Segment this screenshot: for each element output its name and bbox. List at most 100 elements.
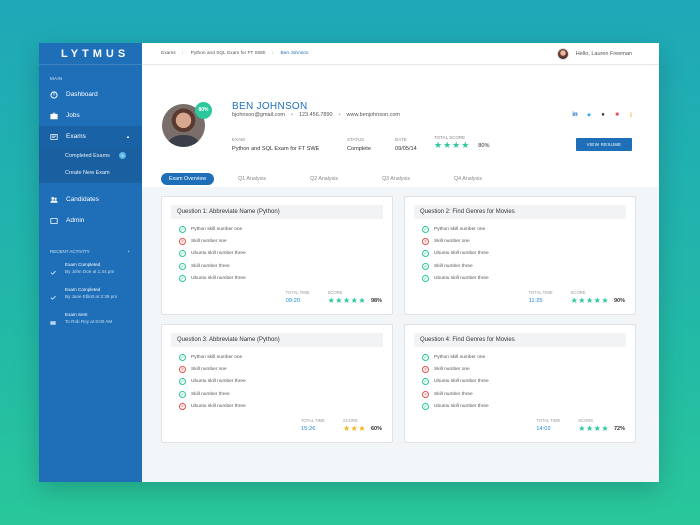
check-icon: ✓ xyxy=(179,353,186,361)
check-icon xyxy=(50,286,57,311)
mail-icon xyxy=(50,311,57,336)
sidebar-item-label: Admin xyxy=(66,217,85,224)
skill-label: Skill number one xyxy=(434,367,470,373)
linkedin-icon[interactable]: in xyxy=(570,111,580,119)
app-logo[interactable]: LYTMUS xyxy=(39,43,142,65)
social-links: in ✦ ● ■ ⅰ xyxy=(570,111,640,119)
candidate-profile: 80% BEN JOHNSON bjohnson@gmail.com • 123.… xyxy=(142,65,659,187)
skill-item: ✓ Skill number three xyxy=(179,260,392,272)
admin-icon xyxy=(49,216,58,225)
skill-item: ✓ Ubuntu skill number three xyxy=(179,248,392,260)
caret-up-icon: ▲ xyxy=(126,134,130,139)
skill-item: × Skill number one xyxy=(422,235,635,247)
total-score-value: 80% xyxy=(478,142,490,149)
user-avatar xyxy=(556,47,569,60)
sidebar-item-label: Candidates xyxy=(66,196,99,203)
total-time-value: 15:26 xyxy=(300,426,316,432)
activity-title: Exam Sent xyxy=(65,312,88,317)
skill-item: × Skill number one xyxy=(179,235,392,247)
sidebar-subitem-completed-exams[interactable]: Completed Exams 5 xyxy=(39,147,142,164)
activity-item[interactable]: Exam Completed By Jane Elliott at 2:39 pm xyxy=(39,286,142,311)
star-rating: ★★★★★ xyxy=(570,296,609,305)
sidebar-item-admin[interactable]: Admin xyxy=(39,210,142,231)
skill-label: Ubuntu skill number three xyxy=(191,276,246,282)
skill-item: × Skill number one xyxy=(179,363,392,375)
view-resume-button[interactable]: VIEW RESUME xyxy=(576,138,632,151)
star-rating: ★★★ xyxy=(342,424,366,433)
stackoverflow-icon[interactable]: ■ xyxy=(612,111,622,119)
main-content: Exams › Python and SQL Exam for FT SWE › B… xyxy=(142,43,659,482)
skill-label: Ubuntu skill number three xyxy=(434,379,489,385)
tab-exam-overview[interactable]: Exam Overview xyxy=(161,173,215,185)
skill-label: Python skill number one xyxy=(191,354,243,360)
question-title: Question 2: Find Genres for Movies xyxy=(414,205,626,219)
tab-q3-analysis[interactable]: Q3 Analysis xyxy=(374,173,418,185)
candidate-email[interactable]: bjohnson@gmail.com xyxy=(232,112,285,118)
skill-list: ✓ Python skill number one × Skill number on… xyxy=(162,219,392,285)
question-title: Question 1: Abbreviate Name (Python) xyxy=(171,205,383,219)
skill-label: Skill number three xyxy=(434,391,473,397)
skill-label: Python skill number one xyxy=(434,226,486,232)
breadcrumb-separator: › xyxy=(181,51,184,56)
activity-toggle-button[interactable]: + xyxy=(127,249,130,261)
candidate-website[interactable]: www.benjohnson.com xyxy=(347,112,401,118)
total-score-meta: TOTAL SCORE ★★★★ 80% xyxy=(434,135,489,151)
sidebar-item-exams[interactable]: Exams ▲ xyxy=(39,126,142,147)
check-icon: ✓ xyxy=(422,225,429,233)
question-stats: TOTAL TIME 15:26 SCORE ★★★ 60% xyxy=(301,418,382,433)
twitter-icon[interactable]: ✦ xyxy=(584,111,594,119)
sidebar-subitem-create-new-exam[interactable]: Create New Exam xyxy=(39,164,142,181)
skill-item: ✓ Ubuntu skill number three xyxy=(179,273,392,285)
tab-q2-analysis[interactable]: Q2 Analysis xyxy=(302,173,346,185)
skill-item: × Skill number one xyxy=(422,363,635,375)
breadcrumb-item[interactable]: Python and SQL Exam for FT SWE xyxy=(191,51,266,56)
recent-activity-header: RECENT ACTIVITY + xyxy=(39,231,142,261)
score-label: SCORE xyxy=(327,290,343,295)
skill-label: Skill number three xyxy=(434,263,473,269)
breadcrumb-item[interactable]: Exams xyxy=(161,51,176,56)
tab-q1-analysis[interactable]: Q1 Analysis xyxy=(230,173,274,185)
subitem-label: Create New Exam xyxy=(65,169,110,176)
skill-label: Skill number one xyxy=(191,239,227,245)
skill-item: ✓ Ubuntu skill number three xyxy=(422,273,635,285)
candidate-phone: 123.456.7890 xyxy=(298,112,333,118)
star-rating: ★★★★ xyxy=(434,140,471,150)
skill-item: ✓ Ubuntu skill number three xyxy=(422,401,635,413)
check-icon: ✓ xyxy=(179,262,186,270)
score-value: 72% xyxy=(613,425,625,432)
activity-sub: By John Doe at 1:44 pm xyxy=(65,269,115,274)
user-menu[interactable]: Hello, Lauren Freeman xyxy=(556,47,632,60)
x-icon: × xyxy=(179,238,186,246)
activity-sub: By Jane Elliott at 2:39 pm xyxy=(65,294,118,299)
skill-label: Ubuntu skill number three xyxy=(434,404,489,410)
activity-item[interactable]: Exam Sent To Rob Roy at 8:00 AM xyxy=(39,311,142,336)
skill-label: Ubuntu skill number three xyxy=(191,251,246,257)
status-value: Complete xyxy=(347,146,371,152)
skill-item: ✓ Python skill number one xyxy=(179,223,392,235)
score-badge: 80% xyxy=(195,102,212,119)
html5-icon[interactable]: ⅰ xyxy=(626,111,636,119)
total-time-label: TOTAL TIME xyxy=(300,418,325,423)
sidebar-item-label: Dashboard xyxy=(66,91,98,98)
question-card: Question 4: Find Genres for Movies ✓ Pyth… xyxy=(404,324,636,443)
activity-item[interactable]: Exam Completed By John Doe at 1:44 pm xyxy=(39,261,142,286)
sidebar-item-candidates[interactable]: Candidates xyxy=(39,189,142,210)
tab-q4-analysis[interactable]: Q4 Analysis xyxy=(446,173,490,185)
check-icon: ✓ xyxy=(422,378,429,386)
subitem-label: Completed Exams xyxy=(65,152,110,159)
sidebar-item-jobs[interactable]: Jobs xyxy=(39,105,142,126)
exams-submenu: Completed Exams 5 Create New Exam xyxy=(39,147,142,183)
breadcrumb: Exams › Python and SQL Exam for FT SWE › B… xyxy=(161,51,315,56)
count-badge: 5 xyxy=(118,152,126,159)
skill-item: ✓ Python skill number one xyxy=(422,223,635,235)
x-icon: × xyxy=(179,403,186,411)
github-icon[interactable]: ● xyxy=(598,111,608,119)
status-label: STATUS xyxy=(347,137,365,142)
question-stats: TOTAL TIME 09:20 SCORE ★★★★★ 98% xyxy=(286,290,382,305)
check-icon: ✓ xyxy=(422,353,429,361)
date-label: DATE xyxy=(395,137,407,142)
breadcrumb-separator: › xyxy=(271,51,274,56)
users-icon xyxy=(49,195,58,204)
check-icon: ✓ xyxy=(422,250,429,258)
sidebar-item-dashboard[interactable]: Dashboard xyxy=(39,84,142,105)
